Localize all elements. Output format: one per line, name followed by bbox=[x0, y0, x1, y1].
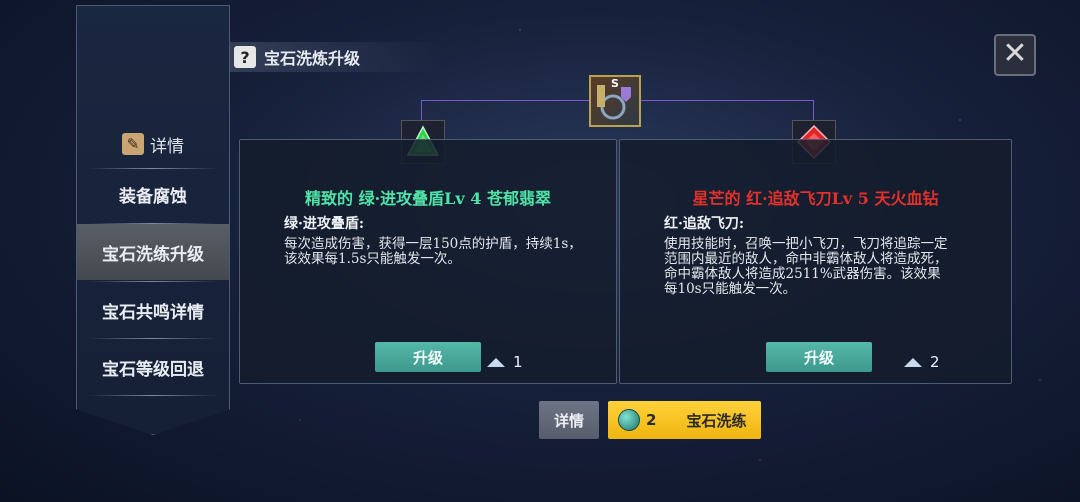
gem-name: 精致的 绿·进攻叠盾Lv 4 苍郁翡翠 bbox=[305, 189, 551, 208]
upgrade-button[interactable]: 升级 bbox=[375, 342, 481, 372]
sidebar-detail-label: 详情 bbox=[150, 136, 184, 157]
gem-card-green: 精致的 绿·进攻叠盾Lv 4 苍郁翡翠 绿·进攻叠盾: 每次造成伤害，获得一层1… bbox=[239, 139, 617, 384]
page-title: 宝石洗炼升级 bbox=[264, 49, 361, 68]
gem-name: 星芒的 红·追敌飞刀Lv 5 天火血钻 bbox=[692, 189, 939, 208]
scroll-icon: ✎ bbox=[122, 133, 144, 155]
cost-value: 1 bbox=[513, 353, 523, 371]
connector-line bbox=[421, 100, 422, 122]
sidebar-item-gem-wash-upgrade[interactable]: 宝石洗练升级 bbox=[77, 224, 229, 280]
connector-line bbox=[813, 100, 814, 122]
gem-wash-button[interactable]: 2 宝石洗练 bbox=[608, 401, 761, 439]
cost-value: 2 bbox=[930, 353, 940, 371]
gem-card-red: 星芒的 红·追敌飞刀Lv 5 天火血钻 红·追敌飞刀: 使用技能时，召唤一把小飞… bbox=[619, 139, 1012, 384]
effect-title: 红·追敌飞刀: bbox=[664, 216, 745, 232]
effect-description: 使用技能时，召唤一把小飞刀，飞刀将追踪一定范围内最近的敌人，命中非霸体敌人将造成… bbox=[664, 236, 948, 297]
divider bbox=[89, 395, 217, 396]
crystal-icon bbox=[904, 357, 922, 367]
wash-cost: 2 bbox=[646, 411, 657, 429]
close-button[interactable]: ✕ bbox=[994, 34, 1036, 76]
sidebar-item-gem-resonance[interactable]: 宝石共鸣详情 bbox=[77, 282, 229, 338]
crystal-icon bbox=[487, 357, 505, 367]
page-title-bar: ? 宝石洗炼升级 bbox=[230, 42, 444, 72]
equipped-item-icon[interactable]: S bbox=[589, 75, 641, 127]
detail-button[interactable]: 详情 bbox=[539, 401, 599, 439]
upgrade-button[interactable]: 升级 bbox=[766, 342, 872, 372]
help-icon[interactable]: ? bbox=[234, 46, 256, 68]
upgrade-cost: 1 bbox=[487, 353, 523, 371]
upgrade-cost: 2 bbox=[904, 353, 940, 371]
effect-description: 每次造成伤害，获得一层150点的护盾，持续1s，该效果每1.5s只能触发一次。 bbox=[284, 236, 582, 267]
sidebar-item-gem-level-rollback[interactable]: 宝石等级回退 bbox=[77, 339, 229, 395]
effect-title: 绿·进攻叠盾: bbox=[284, 216, 365, 232]
wash-stone-icon bbox=[618, 409, 640, 431]
sidebar-detail-header: ✎ 详情 bbox=[77, 124, 229, 164]
sidebar: ✎ 详情 装备腐蚀 宝石洗练升级 宝石共鸣详情 宝石等级回退 bbox=[76, 5, 230, 435]
wash-label: 宝石洗练 bbox=[686, 411, 747, 430]
sidebar-item-equipment-corrosion[interactable]: 装备腐蚀 bbox=[77, 166, 229, 222]
